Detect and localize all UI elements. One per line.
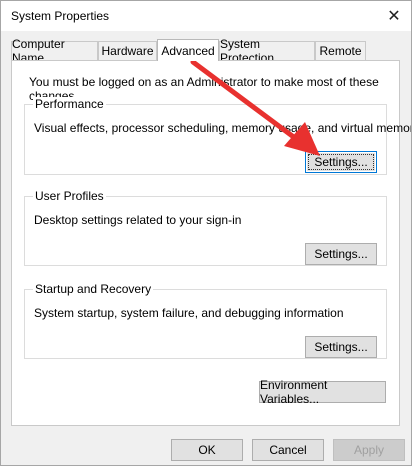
- close-button[interactable]: ✕: [377, 1, 411, 31]
- close-icon: ✕: [387, 8, 401, 25]
- system-properties-window: System Properties ✕ Computer Name Hardwa…: [0, 0, 412, 466]
- advanced-tab-panel: You must be logged on as an Administrato…: [11, 60, 411, 426]
- performance-group: Performance Visual effects, processor sc…: [24, 97, 411, 175]
- startup-recovery-group: Startup and Recovery System startup, sys…: [24, 282, 387, 359]
- tab-system-protection[interactable]: System Protection: [219, 37, 315, 65]
- user-profiles-description: Desktop settings related to your sign-in: [34, 213, 242, 227]
- startup-recovery-settings-button[interactable]: Settings...: [305, 336, 377, 358]
- user-profiles-title: User Profiles: [33, 189, 106, 203]
- environment-variables-button[interactable]: Environment Variables...: [259, 378, 386, 406]
- user-profiles-settings-button[interactable]: Settings...: [305, 243, 377, 265]
- tab-computer-name[interactable]: Computer Name: [11, 37, 98, 65]
- user-profiles-group: User Profiles Desktop settings related t…: [24, 189, 387, 266]
- apply-button[interactable]: Apply: [333, 439, 405, 461]
- performance-description: Visual effects, processor scheduling, me…: [34, 121, 412, 135]
- tab-advanced[interactable]: Advanced: [157, 39, 219, 61]
- performance-title: Performance: [33, 97, 106, 111]
- startup-recovery-title: Startup and Recovery: [33, 282, 154, 296]
- title-bar: System Properties ✕: [1, 1, 411, 31]
- ok-button[interactable]: OK: [171, 439, 243, 461]
- window-title: System Properties: [11, 9, 110, 23]
- startup-recovery-description: System startup, system failure, and debu…: [34, 306, 344, 320]
- tab-remote[interactable]: Remote: [315, 41, 366, 60]
- cancel-button[interactable]: Cancel: [252, 439, 324, 461]
- tab-hardware[interactable]: Hardware: [98, 41, 157, 60]
- performance-settings-button[interactable]: Settings...: [305, 151, 377, 173]
